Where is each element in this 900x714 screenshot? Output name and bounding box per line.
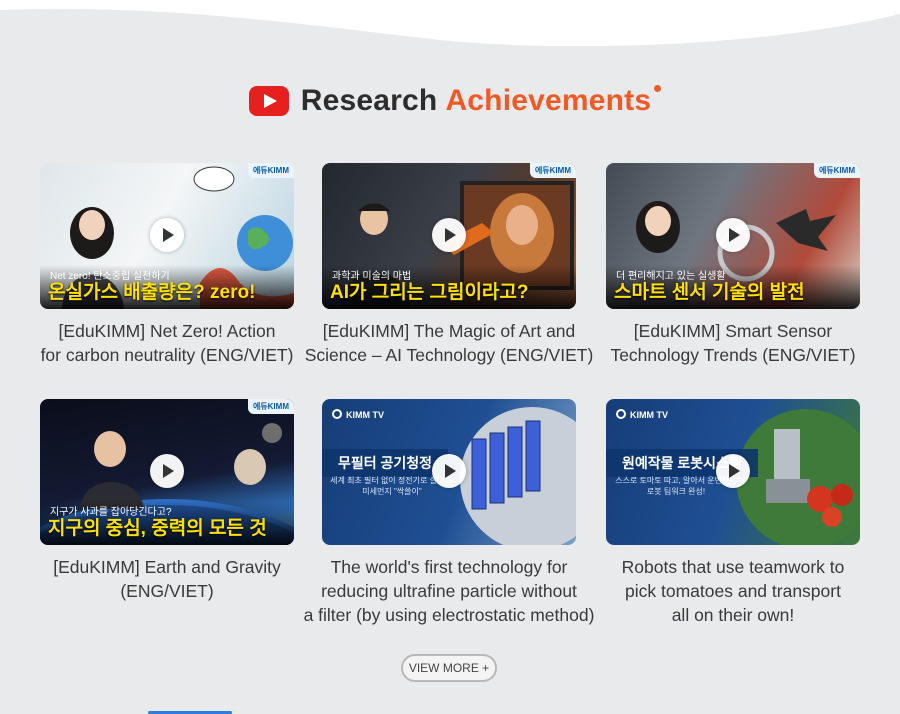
play-icon[interactable] [150,454,184,488]
video-caption[interactable]: The world's first technology for reducin… [289,555,609,627]
thumbnail-title: AI가 그리는 그림이라고? [330,282,529,303]
video-card[interactable]: KIMM TV 원예작물 로봇시스템 스스로 토마토 따고, 알아서 운반하는 … [606,399,860,627]
video-thumbnail[interactable]: KIMM TV 원예작물 로봇시스템 스스로 토마토 따고, 알아서 운반하는 … [606,399,860,545]
video-caption[interactable]: [EduKIMM] Earth and Gravity (ENG/VIET) [7,555,327,603]
caption-line: reducing ultrafine particle without [321,581,577,601]
caption-line: Robots that use teamwork to [621,557,845,577]
caption-line: pick tomatoes and transport [625,581,841,601]
section-header: Research Achievements [0,84,900,118]
caption-line: [EduKIMM] Smart Sensor [633,321,833,341]
video-caption[interactable]: Robots that use teamwork to pick tomatoe… [573,555,893,627]
caption-line: [EduKIMM] The Magic of Art and [322,321,576,341]
video-card[interactable]: 에듀KIMM Net zero! 탄소중립 실천하기 온실가스 배출량은? ze… [40,163,294,367]
caption-line: [EduKIMM] Earth and Gravity [53,557,281,577]
caption-line: The world's first technology for [330,557,568,577]
play-icon[interactable] [432,454,466,488]
channel-label: KIMM TV [616,409,668,420]
thumbnail-title: 스마트 센서 기술의 발전 [614,282,805,303]
channel-badge: 에듀KIMM [247,399,294,414]
title-research: Research [300,84,438,117]
caption-line: Science – AI Technology (ENG/VIET) [304,345,594,365]
video-caption[interactable]: [EduKIMM] Net Zero! Action for carbon ne… [7,319,327,367]
section-title: Research Achievements [300,84,662,118]
thumbnail-title: 온실가스 배출량은? zero! [48,282,256,303]
channel-badge: 에듀KIMM [529,163,576,178]
video-card[interactable]: 에듀KIMM 더 편리해지고 있는 실생활 스마트 센서 기술의 발전 [Edu… [606,163,860,367]
play-icon[interactable] [150,218,184,252]
video-card[interactable]: 에듀KIMM 지구가 사과를 잡아당긴다고? 지구의 중심, 중력의 모든 것 … [40,399,294,603]
channel-badge: 에듀KIMM [813,163,860,178]
caption-line: all on their own! [671,605,795,625]
video-thumbnail[interactable]: 에듀KIMM 더 편리해지고 있는 실생활 스마트 센서 기술의 발전 [606,163,860,309]
title-achievements: Achievements [445,84,652,117]
channel-label: KIMM TV [332,409,384,420]
caption-line: [EduKIMM] Net Zero! Action [58,321,276,341]
video-card[interactable]: 에듀KIMM 과학과 미술의 마법 AI가 그리는 그림이라고? [EduKIM… [305,163,593,367]
title-dot-decoration [654,85,662,92]
video-thumbnail[interactable]: KIMM TV 무필터 공기청정 세계 최초 필터 없이 정전기로 실내 초미세… [322,399,576,545]
caption-line: (ENG/VIET) [120,581,214,601]
video-thumbnail[interactable]: 에듀KIMM Net zero! 탄소중립 실천하기 온실가스 배출량은? ze… [40,163,294,309]
play-icon[interactable] [716,454,750,488]
view-more-button[interactable]: VIEW MORE + [401,654,497,682]
video-thumbnail[interactable]: 에듀KIMM 과학과 미술의 마법 AI가 그리는 그림이라고? [322,163,576,309]
caption-line: for carbon neutrality (ENG/VIET) [40,345,294,365]
video-caption[interactable]: [EduKIMM] Smart Sensor Technology Trends… [573,319,893,367]
play-icon[interactable] [432,218,466,252]
video-caption[interactable]: [EduKIMM] The Magic of Art and Science –… [289,319,609,367]
thumbnail-title: 무필터 공기청정 [322,449,449,477]
channel-badge: 에듀KIMM [247,163,294,178]
caption-line: Technology Trends (ENG/VIET) [610,345,856,365]
video-card[interactable]: KIMM TV 무필터 공기청정 세계 최초 필터 없이 정전기로 실내 초미세… [304,399,594,627]
youtube-icon [248,86,289,116]
top-wave-decoration [0,0,900,47]
caption-line: a filter (by using electrostatic method) [303,605,595,625]
thumbnail-title: 지구의 중심, 중력의 모든 것 [48,518,267,539]
video-thumbnail[interactable]: 에듀KIMM 지구가 사과를 잡아당긴다고? 지구의 중심, 중력의 모든 것 [40,399,294,545]
play-icon[interactable] [716,218,750,252]
